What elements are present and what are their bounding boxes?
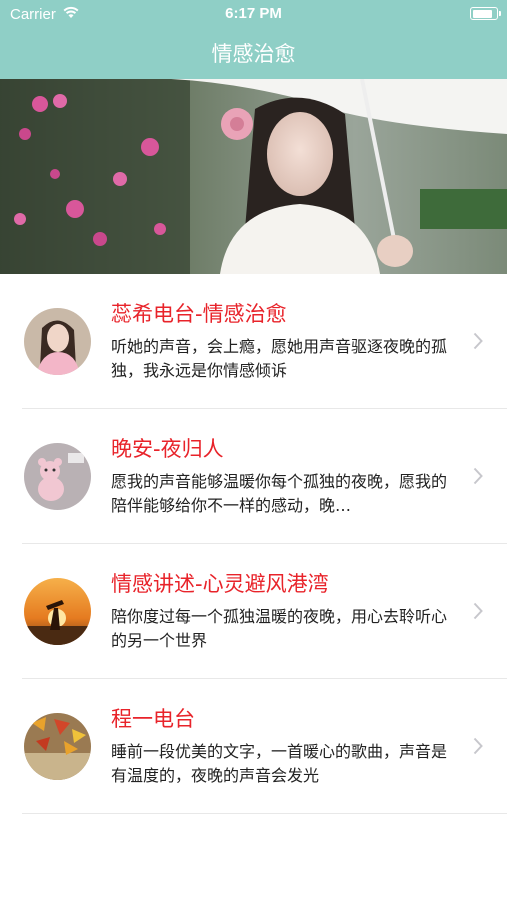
banner-image[interactable] (0, 79, 507, 274)
item-title: 蕊希电台-情感治愈 (111, 302, 287, 326)
status-time: 6:17 PM (225, 5, 282, 22)
app-header: Carrier 6:17 PM 情感治愈 (0, 0, 507, 79)
item-title: 晚安-夜归人 (111, 437, 224, 461)
chevron-right-icon (473, 332, 483, 350)
list-item[interactable]: 蕊希电台-情感治愈 听她的声音，会上瘾，愿她用声音驱逐夜晚的孤独，我永远是你情感… (22, 274, 507, 409)
item-description: 听她的声音，会上瘾，愿她用声音驱逐夜晚的孤独，我永远是你情感倾诉 (111, 337, 448, 380)
list-item[interactable]: 晚安-夜归人 愿我的声音能够温暖你每个孤独的夜晚，愿我的陪伴能够给你不一样的感动… (22, 409, 507, 544)
item-description: 睡前一段优美的文字，一首暖心的歌曲，声音是有温度的，夜晚的声音会发光 (111, 742, 448, 785)
list-item[interactable]: 情感讲述-心灵避风港湾 陪你度过每一个孤独温暖的夜晚，用心去聆听心的另一个世界 (22, 544, 507, 679)
avatar (24, 308, 91, 375)
item-description: 愿我的声音能够温暖你每个孤独的夜晚，愿我的陪伴能够给你不一样的感动，晚… (111, 472, 448, 515)
avatar (24, 443, 91, 510)
item-title: 程一电台 (111, 707, 195, 731)
avatar (24, 578, 91, 645)
avatar (24, 713, 91, 780)
station-list: 蕊希电台-情感治愈 听她的声音，会上瘾，愿她用声音驱逐夜晚的孤独，我永远是你情感… (0, 274, 507, 814)
item-description: 陪你度过每一个孤独温暖的夜晚，用心去聆听心的另一个世界 (111, 607, 448, 650)
list-item[interactable]: 程一电台 睡前一段优美的文字，一首暖心的歌曲，声音是有温度的，夜晚的声音会发光 (22, 679, 507, 814)
chevron-right-icon (473, 602, 483, 620)
chevron-right-icon (473, 737, 483, 755)
item-title: 情感讲述-心灵避风港湾 (111, 572, 329, 596)
chevron-right-icon (473, 467, 483, 485)
battery-icon (470, 7, 501, 20)
status-bar: Carrier 6:17 PM (0, 0, 507, 28)
page-title: 情感治愈 (211, 42, 296, 66)
